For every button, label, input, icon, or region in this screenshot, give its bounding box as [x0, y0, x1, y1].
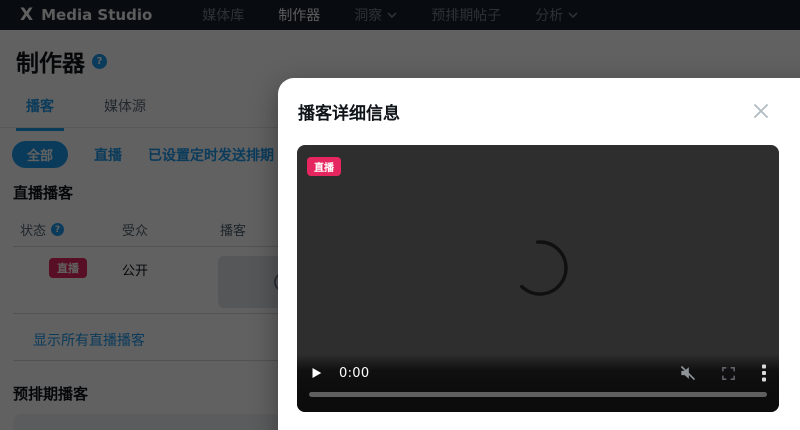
- video-time: 0:00: [339, 365, 370, 381]
- video-progress-bar[interactable]: [309, 392, 767, 397]
- play-button-icon[interactable]: [309, 366, 323, 380]
- video-controls: 0:00: [297, 354, 779, 412]
- broadcast-details-modal: 播客详细信息 直播 0:00: [278, 78, 800, 430]
- live-badge: 直播: [307, 157, 341, 176]
- muted-volume-icon[interactable]: [678, 363, 698, 383]
- overflow-menu-icon[interactable]: [761, 364, 767, 382]
- loading-spinner-icon: [512, 240, 568, 296]
- fullscreen-icon[interactable]: [720, 365, 737, 382]
- video-player[interactable]: 直播 0:00: [297, 145, 779, 412]
- close-icon[interactable]: [750, 100, 772, 122]
- modal-title: 播客详细信息: [298, 104, 400, 124]
